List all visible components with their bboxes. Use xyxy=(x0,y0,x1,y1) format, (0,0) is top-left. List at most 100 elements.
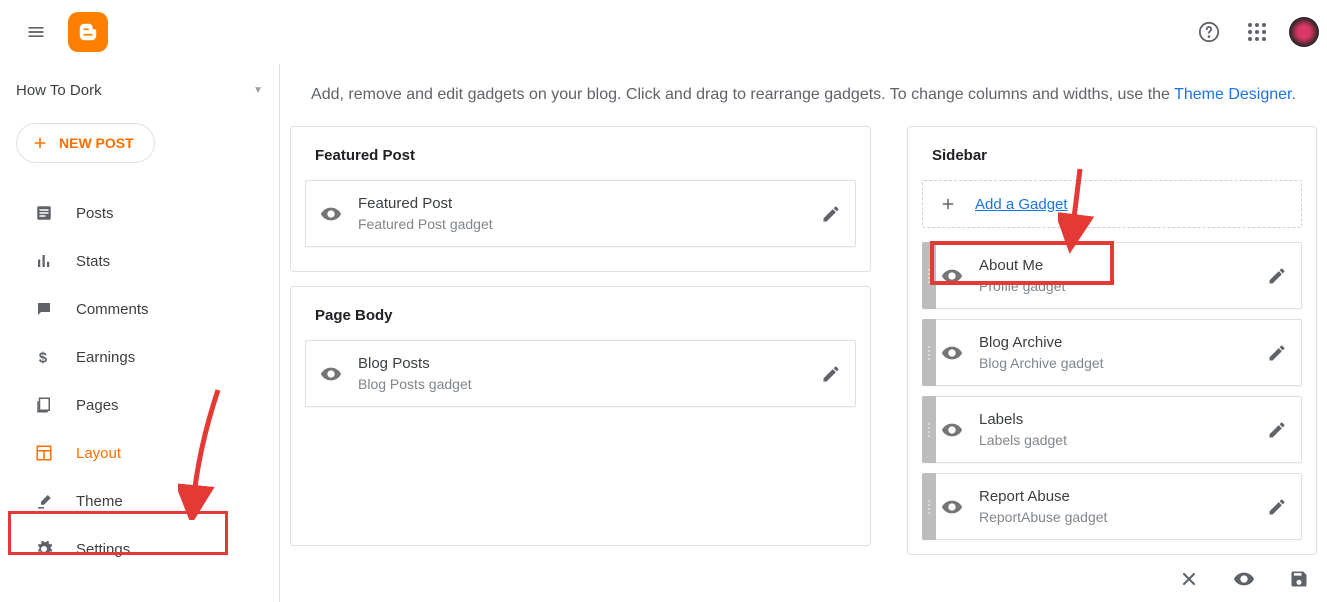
gadget-subtitle: Labels gadget xyxy=(979,432,1251,448)
visibility-icon xyxy=(941,265,963,287)
hamburger-menu-button[interactable] xyxy=(16,12,56,52)
sidebar-nav: How To Dork ▼ NEW POST Posts Stats Comme… xyxy=(0,64,280,602)
visibility-icon xyxy=(941,496,963,518)
drag-handle[interactable] xyxy=(922,473,936,540)
add-gadget-label: Add a Gadget xyxy=(975,196,1068,213)
stats-icon xyxy=(34,251,54,271)
save-icon xyxy=(1289,569,1309,589)
visibility-icon xyxy=(320,363,342,385)
nav-label: Settings xyxy=(76,541,130,558)
visibility-icon xyxy=(941,342,963,364)
gadget-subtitle: ReportAbuse gadget xyxy=(979,509,1251,525)
section-featured-post: Featured Post Featured Post Featured Pos… xyxy=(290,126,871,272)
apps-button[interactable] xyxy=(1237,12,1277,52)
main-area: How To Dork ▼ NEW POST Posts Stats Comme… xyxy=(0,64,1327,602)
pencil-icon xyxy=(821,364,841,384)
pencil-icon xyxy=(1267,266,1287,286)
close-button[interactable] xyxy=(1179,569,1199,589)
gadget-subtitle: Featured Post gadget xyxy=(358,216,805,232)
close-icon xyxy=(1179,569,1199,589)
nav-item-posts[interactable]: Posts xyxy=(0,189,279,237)
nav-label: Layout xyxy=(76,445,121,462)
nav-list: Posts Stats Comments $ Earnings Pages La… xyxy=(0,181,279,573)
pencil-icon xyxy=(1267,497,1287,517)
new-post-label: NEW POST xyxy=(59,135,134,151)
nav-item-settings[interactable]: Settings xyxy=(0,525,279,573)
preview-button[interactable] xyxy=(1233,568,1255,590)
save-button[interactable] xyxy=(1289,569,1309,589)
posts-icon xyxy=(34,203,54,223)
info-text-after: . xyxy=(1292,86,1296,103)
content-area: Add, remove and edit gadgets on your blo… xyxy=(280,64,1327,602)
layout-columns: Featured Post Featured Post Featured Pos… xyxy=(280,126,1327,589)
edit-gadget-button[interactable] xyxy=(821,204,841,224)
nav-label: Posts xyxy=(76,205,114,222)
earnings-icon: $ xyxy=(34,347,54,367)
visibility-icon xyxy=(320,203,342,225)
section-sidebar: Sidebar Add a Gadget About Me Profile ga… xyxy=(907,126,1317,555)
nav-label: Comments xyxy=(76,301,149,318)
pages-icon xyxy=(34,395,54,415)
user-avatar[interactable] xyxy=(1289,17,1319,47)
blogger-logo[interactable] xyxy=(68,12,108,52)
bottom-action-bar xyxy=(280,556,1327,602)
gadget-title: About Me xyxy=(979,257,1251,274)
nav-label: Pages xyxy=(76,397,119,414)
nav-label: Stats xyxy=(76,253,110,270)
edit-gadget-button[interactable] xyxy=(821,364,841,384)
gadget-labels[interactable]: Labels Labels gadget xyxy=(922,396,1302,463)
comments-icon xyxy=(34,299,54,319)
new-post-button[interactable]: NEW POST xyxy=(16,123,155,163)
section-title: Sidebar xyxy=(932,147,1302,164)
edit-gadget-button[interactable] xyxy=(1267,343,1287,363)
gadget-about-me[interactable]: About Me Profile gadget xyxy=(922,242,1302,309)
blog-name-label: How To Dork xyxy=(16,82,102,99)
edit-gadget-button[interactable] xyxy=(1267,420,1287,440)
pencil-icon xyxy=(1267,343,1287,363)
nav-label: Earnings xyxy=(76,349,135,366)
plus-icon xyxy=(31,134,49,152)
nav-label: Theme xyxy=(76,493,123,510)
edit-gadget-button[interactable] xyxy=(1267,266,1287,286)
gadget-subtitle: Profile gadget xyxy=(979,278,1251,294)
section-title: Featured Post xyxy=(315,147,856,164)
menu-icon xyxy=(26,22,46,42)
layout-icon xyxy=(34,443,54,463)
visibility-icon xyxy=(941,419,963,441)
gadget-title: Report Abuse xyxy=(979,488,1251,505)
theme-designer-link[interactable]: Theme Designer xyxy=(1174,86,1291,103)
settings-icon xyxy=(34,539,54,559)
info-text-before: Add, remove and edit gadgets on your blo… xyxy=(311,86,1174,103)
nav-item-comments[interactable]: Comments xyxy=(0,285,279,333)
section-page-body: Page Body Blog Posts Blog Posts gadget xyxy=(290,286,871,546)
nav-item-layout[interactable]: Layout xyxy=(0,429,279,477)
gadget-subtitle: Blog Archive gadget xyxy=(979,355,1251,371)
info-text: Add, remove and edit gadgets on your blo… xyxy=(280,64,1327,126)
pencil-icon xyxy=(821,204,841,224)
gadget-blog-posts[interactable]: Blog Posts Blog Posts gadget xyxy=(305,340,856,407)
gadget-blog-archive[interactable]: Blog Archive Blog Archive gadget xyxy=(922,319,1302,386)
blog-selector[interactable]: How To Dork ▼ xyxy=(0,68,279,117)
help-icon xyxy=(1198,21,1220,43)
nav-item-theme[interactable]: Theme xyxy=(0,477,279,525)
drag-handle[interactable] xyxy=(922,319,936,386)
blogger-icon xyxy=(77,21,99,43)
gadget-title: Labels xyxy=(979,411,1251,428)
nav-item-pages[interactable]: Pages xyxy=(0,381,279,429)
help-button[interactable] xyxy=(1189,12,1229,52)
apps-grid-icon xyxy=(1248,23,1266,41)
svg-text:$: $ xyxy=(39,349,48,366)
nav-item-stats[interactable]: Stats xyxy=(0,237,279,285)
gadget-subtitle: Blog Posts gadget xyxy=(358,376,805,392)
gadget-title: Featured Post xyxy=(358,195,805,212)
gadget-title: Blog Posts xyxy=(358,355,805,372)
drag-handle[interactable] xyxy=(922,396,936,463)
gadget-report-abuse[interactable]: Report Abuse ReportAbuse gadget xyxy=(922,473,1302,540)
topbar xyxy=(0,0,1327,64)
add-gadget-button[interactable]: Add a Gadget xyxy=(922,180,1302,228)
edit-gadget-button[interactable] xyxy=(1267,497,1287,517)
gadget-featured-post[interactable]: Featured Post Featured Post gadget xyxy=(305,180,856,247)
plus-icon xyxy=(939,195,957,213)
nav-item-earnings[interactable]: $ Earnings xyxy=(0,333,279,381)
drag-handle[interactable] xyxy=(922,242,936,309)
